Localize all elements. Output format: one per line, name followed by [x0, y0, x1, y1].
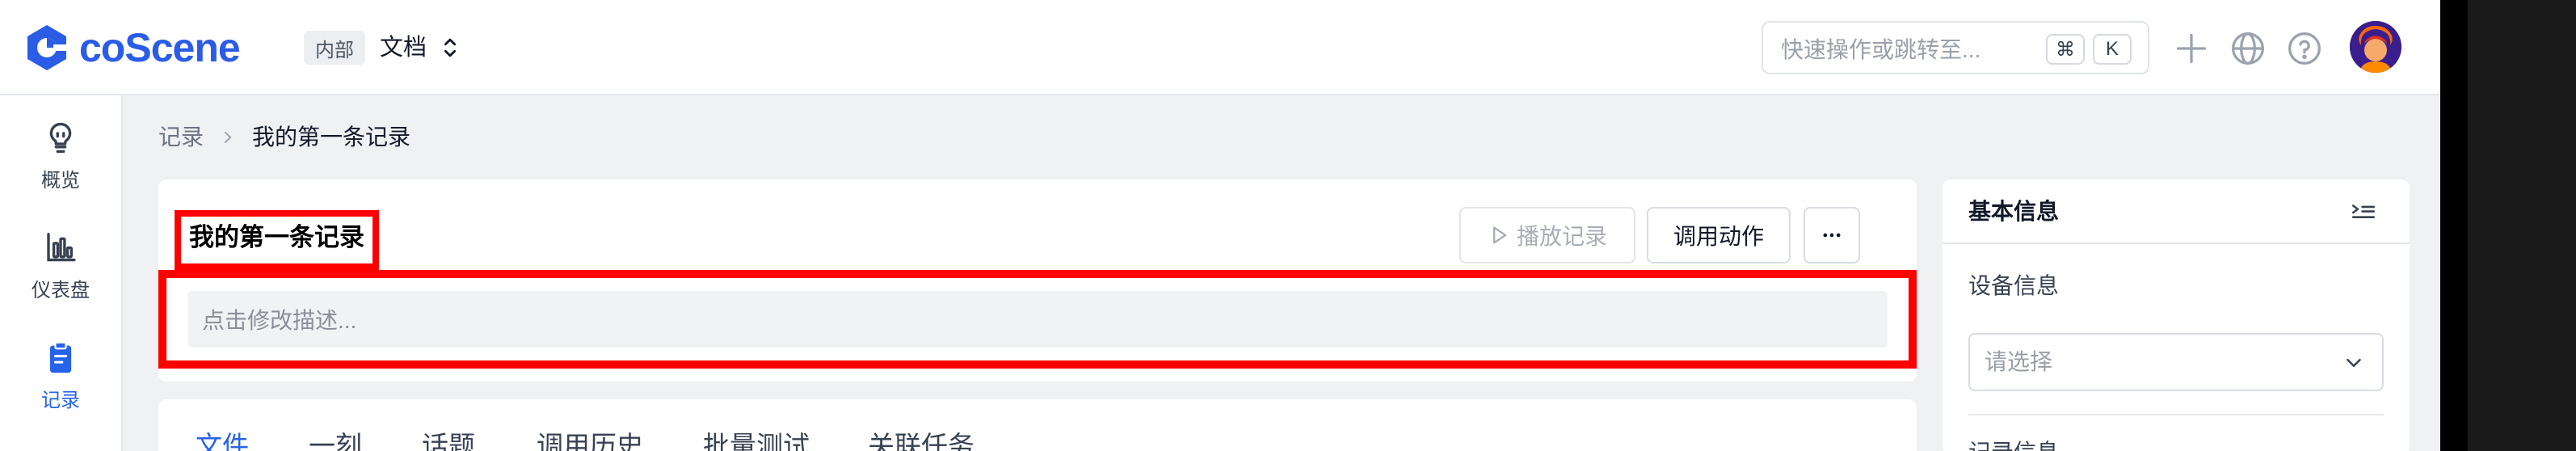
- tab-related-tasks[interactable]: 关联任务: [868, 430, 974, 451]
- breadcrumb-records-link[interactable]: 记录: [158, 123, 204, 152]
- invoke-action-button[interactable]: 调用动作: [1647, 207, 1791, 263]
- divider: [1968, 414, 2384, 415]
- bar-chart-icon: [47, 232, 76, 262]
- more-icon: [1823, 233, 1841, 238]
- space-name[interactable]: 文档: [380, 32, 427, 63]
- panel-title: 基本信息: [1968, 199, 2060, 224]
- collapse-panel-icon[interactable]: [2350, 199, 2377, 226]
- tab-topics[interactable]: 话题: [422, 430, 475, 451]
- clipboard-icon: [49, 341, 72, 373]
- plus-icon[interactable]: [2174, 31, 2209, 66]
- app-window: coScene 内部 文档 快速操作或跳转至... ⌘ K 概览 仪表盘 记录 …: [0, 0, 2440, 451]
- panel-header: 基本信息: [1943, 179, 2410, 244]
- chevron-down-icon: [2347, 359, 2361, 367]
- sidebar-item-overview[interactable]: 概览: [0, 95, 121, 192]
- sidebar-item-label: 记录: [41, 390, 80, 411]
- description-highlight: 点击修改描述...: [158, 270, 1917, 369]
- globe-icon[interactable]: [2230, 31, 2266, 66]
- coscene-logo-icon: [27, 25, 69, 70]
- tab-invoke-history[interactable]: 调用历史: [537, 430, 643, 451]
- avatar[interactable]: [2350, 21, 2401, 73]
- description-placeholder: 点击修改描述...: [202, 308, 357, 333]
- description-field[interactable]: 点击修改描述...: [187, 291, 1888, 348]
- record-header-card: 我的第一条记录 播放记录 调用动作 点击修改描述...: [158, 179, 1917, 381]
- logo[interactable]: coScene: [21, 21, 241, 74]
- sidebar-item-dashboard[interactable]: 仪表盘: [0, 205, 121, 302]
- sidebar-item-label: 概览: [41, 170, 80, 192]
- tab-batch-test[interactable]: 批量测试: [703, 430, 810, 451]
- device-info-label: 设备信息: [1968, 273, 2060, 298]
- device-select-placeholder: 请选择: [1985, 349, 2053, 374]
- lightbulb-icon: [49, 122, 72, 154]
- play-record-label: 播放记录: [1516, 224, 1607, 249]
- screen-edge-bar: [2440, 0, 2468, 451]
- breadcrumb: 记录 我的第一条记录: [158, 123, 410, 152]
- sidebar-item-records[interactable]: 记录: [0, 315, 121, 412]
- search-placeholder: 快速操作或跳转至...: [1781, 37, 1981, 62]
- chevron-up-down-icon[interactable]: [436, 34, 464, 61]
- record-title-highlight: 我的第一条记录: [175, 210, 379, 270]
- side-navigation: 概览 仪表盘 记录: [0, 95, 123, 451]
- shortcut-key-cmd: ⌘: [2046, 34, 2085, 65]
- invoke-action-label: 调用动作: [1673, 224, 1764, 249]
- breadcrumb-current: 我的第一条记录: [252, 124, 411, 150]
- device-select[interactable]: 请选择: [1968, 333, 2384, 391]
- screen-edge: [2440, 0, 2576, 451]
- record-info-label: 记录信息: [1968, 438, 2059, 451]
- brand-name: coScene: [79, 25, 241, 70]
- avatar-image: [2350, 21, 2401, 73]
- help-icon[interactable]: [2287, 31, 2322, 66]
- chevron-right-icon: [225, 132, 232, 143]
- sidebar-item-label: 仪表盘: [32, 280, 90, 301]
- tab-moments[interactable]: 一刻: [309, 430, 362, 451]
- space-type-badge: 内部: [304, 31, 365, 65]
- play-record-button[interactable]: 播放记录: [1459, 207, 1635, 263]
- more-actions-button[interactable]: [1804, 207, 1860, 263]
- record-title[interactable]: 我的第一条记录: [189, 223, 364, 251]
- top-header: coScene 内部 文档 快速操作或跳转至... ⌘ K: [0, 0, 2440, 95]
- record-tabs: 文件 一刻 话题 调用历史 批量测试 关联任务: [158, 399, 1917, 451]
- search-input[interactable]: 快速操作或跳转至... ⌘ K: [1762, 21, 2149, 74]
- tab-files[interactable]: 文件: [196, 430, 249, 451]
- play-icon: [1492, 226, 1507, 244]
- basic-info-panel: 基本信息 设备信息 请选择 记录信息: [1943, 179, 2410, 451]
- shortcut-key-k: K: [2093, 34, 2132, 65]
